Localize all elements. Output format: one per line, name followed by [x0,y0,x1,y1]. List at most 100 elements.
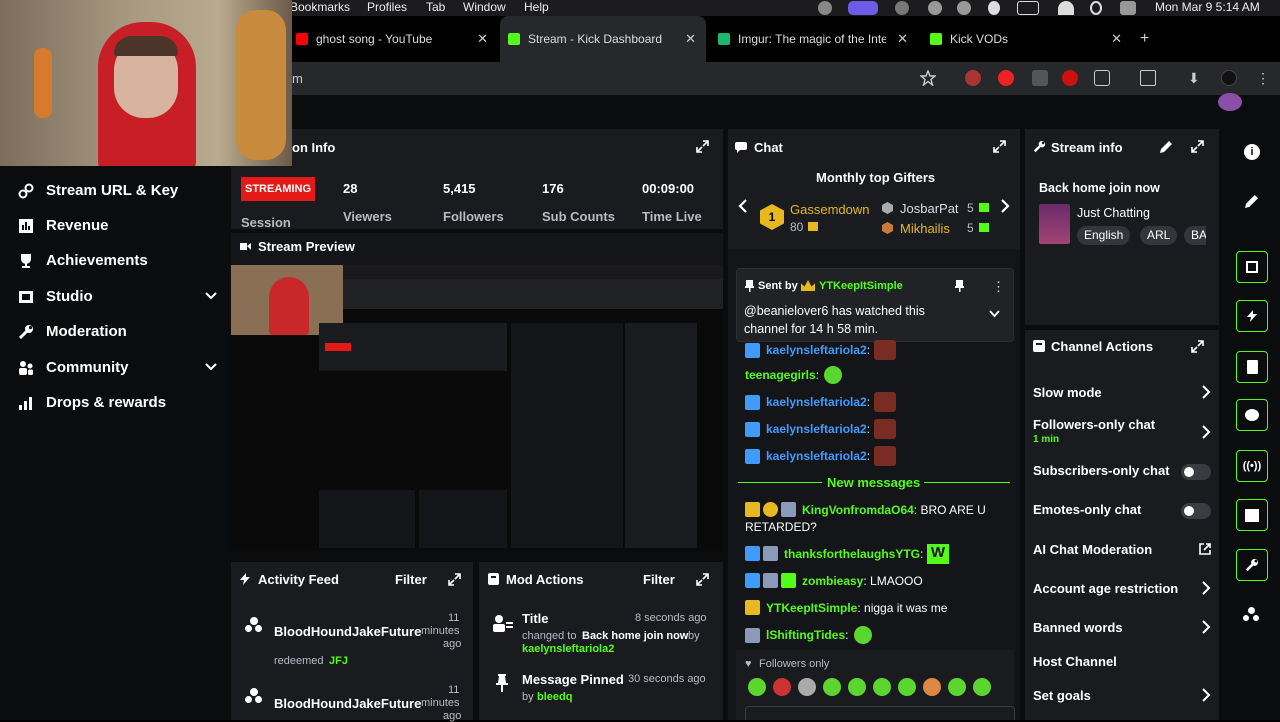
moon-icon[interactable] [988,1,1000,15]
sidebar-item-stream-url[interactable]: Stream URL & Key [18,182,218,199]
close-icon[interactable]: ✕ [477,31,488,47]
url-input[interactable]: m [292,71,303,86]
activity-filter-button[interactable]: Filter [395,572,427,587]
layout-button[interactable] [1236,499,1268,531]
profile-avatar[interactable] [1221,70,1237,86]
chat-message[interactable]: YTKeepItSimple : nigga it was me [745,600,947,615]
tag[interactable]: English [1077,226,1131,245]
activity-username[interactable]: BloodHoundJakeFuture [274,696,421,711]
new-messages-label[interactable]: New messages [827,475,920,490]
chat-username[interactable]: zombieasy [802,574,863,588]
subscribers-only-item[interactable]: Subscribers-only chat [1033,463,1211,480]
status-app-icon[interactable] [818,1,832,15]
extensions-puzzle-icon[interactable] [1094,70,1110,86]
close-icon[interactable]: ✕ [685,31,696,47]
followers-only-item[interactable]: Followers-only chat 1 min [1033,417,1211,445]
chat-message[interactable]: teenagegirls : [745,366,849,384]
chat-username[interactable]: KingVonfromdaO64 [802,503,914,517]
category-name[interactable]: Just Chatting [1077,206,1150,220]
emote[interactable] [973,678,991,696]
mod-action-user[interactable]: bleedq [537,691,572,703]
tab-kick-dashboard[interactable]: Stream - Kick Dashboard ✕ [500,16,706,62]
emote[interactable] [923,678,941,696]
mod-filter-button[interactable]: Filter [643,572,675,587]
unpin-icon[interactable] [955,280,964,292]
extension-icon-1[interactable] [965,70,981,86]
chevron-down-icon[interactable] [989,310,1000,318]
menu-bookmarks[interactable]: Bookmarks [290,0,350,15]
scan-button[interactable] [1236,251,1268,283]
battery-icon[interactable] [1017,1,1039,15]
creative-cloud-icon[interactable] [895,1,909,15]
status-icon-2[interactable] [957,1,971,15]
chat-popout-button[interactable] [1236,399,1268,431]
emotes-only-toggle[interactable] [1181,503,1211,519]
banned-words-item[interactable]: Banned words [1033,620,1211,635]
menu-profiles[interactable]: Profiles [367,0,407,15]
chat-message[interactable]: KingVonfromdaO64 : BRO ARE U [745,502,986,517]
expand-icon[interactable] [696,573,709,586]
screen-record-icon[interactable] [848,1,878,15]
activity-username[interactable]: BloodHoundJakeFuture [274,624,421,639]
tab-imgur[interactable]: Imgur: The magic of the Internet ✕ [718,16,908,62]
gifter-name[interactable]: Gassemdown [790,202,869,217]
chat-username[interactable]: kaelynsleftariola2 [766,449,867,463]
subscribers-only-toggle[interactable] [1181,464,1211,480]
extension-icon-2[interactable] [998,70,1014,86]
sidebar-item-revenue[interactable]: Revenue [18,217,218,234]
moderation-tools-button[interactable] [1236,549,1268,581]
chat-username[interactable]: teenagegirls [745,368,816,382]
user-avatar[interactable] [1218,93,1242,111]
chat-message[interactable]: kaelynsleftariola2 : [745,446,897,466]
expand-icon[interactable] [696,140,709,153]
chat-message[interactable]: kaelynsleftariola2 : [745,419,897,439]
more-options-icon[interactable]: ⋮ [992,279,1005,295]
bookmark-star-icon[interactable] [920,70,936,86]
chat-message[interactable]: thanksforthelaughsYTG : W [745,544,949,564]
mod-action-user[interactable]: kaelynsleftariola2 [522,643,614,655]
emote[interactable] [798,678,816,696]
gifter-name[interactable]: Mikhailis [900,221,950,236]
menu-help[interactable]: Help [524,0,549,15]
sidebar-item-achievements[interactable]: Achievements [18,252,218,269]
chat-username[interactable]: kaelynsleftariola2 [766,422,867,436]
sidebar-item-moderation[interactable]: Moderation [18,323,218,340]
search-icon[interactable] [1090,1,1102,15]
category-thumbnail[interactable] [1039,204,1070,244]
chevron-right-icon[interactable] [999,198,1011,214]
emote-bar[interactable] [748,678,998,696]
clock[interactable]: Mon Mar 9 5:14 AM [1155,0,1260,15]
wifi-icon[interactable] [1058,1,1074,15]
host-channel-item[interactable]: Host Channel [1033,654,1211,669]
sidebar-item-studio[interactable]: Studio [18,288,218,305]
extension-icon-4[interactable] [1062,70,1078,86]
chat-username[interactable]: YTKeepItSimple [766,601,857,615]
expand-icon[interactable] [1191,140,1204,153]
emote[interactable] [948,678,966,696]
menu-window[interactable]: Window [463,0,506,15]
sidebar-item-community[interactable]: Community [18,359,218,376]
tag[interactable]: BA [1184,226,1206,245]
broadcast-button[interactable]: ((•)) [1236,450,1268,482]
info-icon[interactable]: i [1244,144,1260,160]
chat-username[interactable]: kaelynsleftariola2 [766,395,867,409]
pencil-icon[interactable] [1160,141,1172,153]
extension-icon-3[interactable] [1032,70,1048,86]
emote[interactable] [773,678,791,696]
emotes-only-item[interactable]: Emotes-only chat [1033,502,1211,519]
menu-kebab-icon[interactable]: ⋮ [1256,70,1272,86]
expand-icon[interactable] [993,140,1006,153]
tab-kick-vods[interactable]: Kick VODs ✕ [930,16,1122,62]
close-icon[interactable]: ✕ [897,31,908,47]
chevron-left-icon[interactable] [737,198,749,214]
pinned-username[interactable]: YTKeepItSimple [819,280,903,292]
emote[interactable] [748,678,766,696]
tag[interactable]: ARL [1140,226,1178,245]
set-goals-item[interactable]: Set goals [1033,688,1211,703]
chat-username[interactable]: kaelynsleftariola2 [766,343,867,357]
grammarly-icon[interactable] [928,1,942,15]
menu-tab[interactable]: Tab [426,0,445,15]
chat-input[interactable] [745,706,1015,720]
download-icon[interactable]: ⬇ [1188,70,1204,86]
ai-moderation-item[interactable]: AI Chat Moderation [1033,542,1211,557]
